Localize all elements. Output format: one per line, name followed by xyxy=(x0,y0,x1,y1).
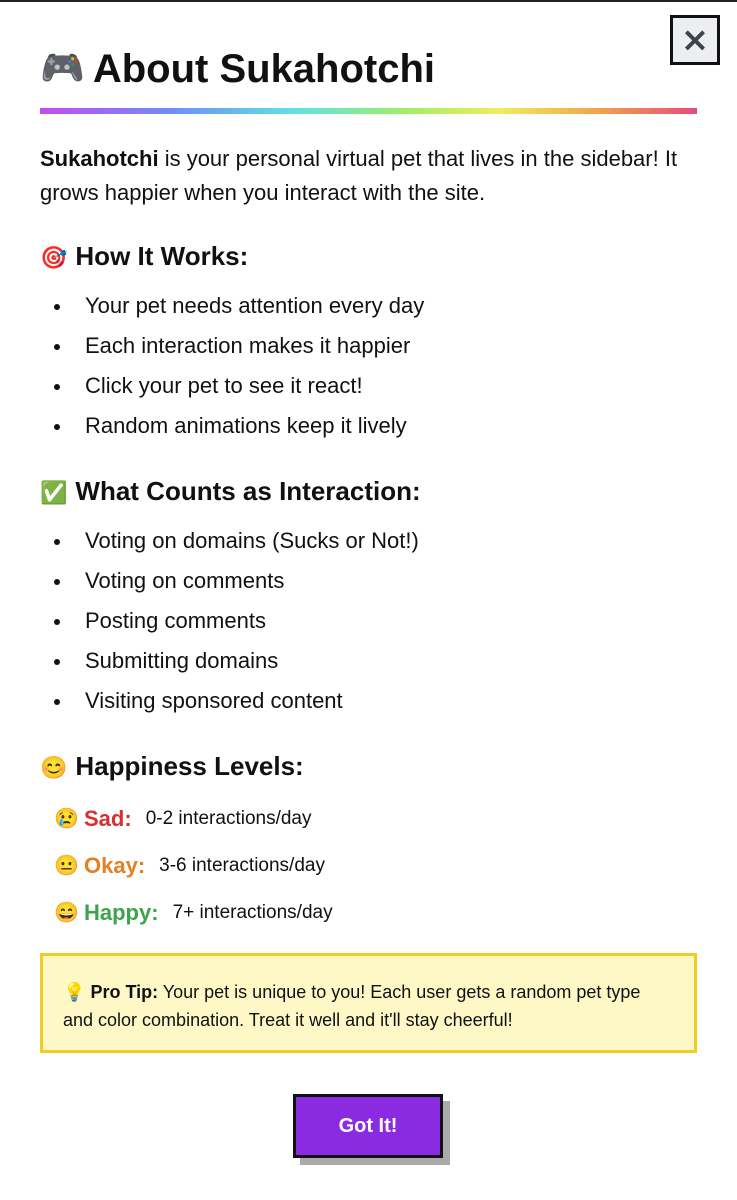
level-description: 7+ interactions/day xyxy=(172,901,333,923)
list-item: Random animations keep it lively xyxy=(40,406,424,446)
intro-paragraph: Sukahotchi is your personal virtual pet … xyxy=(40,142,690,210)
lightbulb-icon: 💡 xyxy=(63,982,86,1002)
level-sad: 😢 Sad: 0-2 interactions/day xyxy=(54,795,333,842)
grinning-face-icon: 😄 xyxy=(54,902,79,924)
interaction-heading: ✅ What Counts as Interaction: xyxy=(40,474,421,510)
about-modal: × 🎮 About Sukahotchi Sukahotchi is your p… xyxy=(0,0,737,1200)
pro-tip-box: 💡 Pro Tip: Your pet is unique to you! Ea… xyxy=(40,953,697,1053)
happiness-heading: 😊 Happiness Levels: xyxy=(40,749,304,785)
list-item: Each interaction makes it happier xyxy=(40,326,424,366)
level-description: 0-2 interactions/day xyxy=(145,807,312,829)
level-okay: 😐 Okay: 3-6 interactions/day xyxy=(54,842,333,889)
modal-title-text: About Sukahotchi xyxy=(92,47,436,91)
got-it-button[interactable]: Got It! xyxy=(293,1094,443,1158)
rainbow-divider xyxy=(40,108,697,114)
crying-face-icon: 😢 xyxy=(54,808,79,830)
level-name: Happy: xyxy=(84,899,159,925)
level-name: Sad: xyxy=(84,805,132,831)
target-icon: 🎯 xyxy=(40,245,68,270)
how-it-works-heading-text: How It Works: xyxy=(75,241,249,271)
happiness-levels: 😢 Sad: 0-2 interactions/day 😐 Okay: 3-6 … xyxy=(54,795,333,936)
level-description: 3-6 interactions/day xyxy=(159,854,325,876)
interaction-heading-text: What Counts as Interaction: xyxy=(75,476,421,506)
list-item: Voting on domains (Sucks or Not!) xyxy=(40,521,419,561)
list-item: Your pet needs attention every day xyxy=(40,286,424,326)
list-item: Posting comments xyxy=(40,601,419,641)
level-name: Okay: xyxy=(84,852,146,878)
interaction-list: Voting on domains (Sucks or Not!) Voting… xyxy=(40,521,419,721)
close-button[interactable]: × xyxy=(670,15,720,65)
pro-tip-label: Pro Tip: xyxy=(90,982,159,1002)
how-it-works-list: Your pet needs attention every day Each … xyxy=(40,286,424,446)
list-item: Submitting domains xyxy=(40,641,419,681)
check-mark-icon: ✅ xyxy=(40,480,68,505)
smile-icon: 😊 xyxy=(40,755,68,780)
pet-name: Sukahotchi xyxy=(40,146,159,171)
modal-title: 🎮 About Sukahotchi xyxy=(40,42,435,95)
neutral-face-icon: 😐 xyxy=(54,855,79,877)
game-controller-icon: 🎮 xyxy=(40,47,85,88)
happiness-heading-text: Happiness Levels: xyxy=(75,751,304,781)
level-happy: 😄 Happy: 7+ interactions/day xyxy=(54,889,333,936)
list-item: Voting on comments xyxy=(40,561,419,601)
list-item: Click your pet to see it react! xyxy=(40,366,424,406)
close-icon: × xyxy=(680,20,710,60)
how-it-works-heading: 🎯 How It Works: xyxy=(40,239,248,275)
list-item: Visiting sponsored content xyxy=(40,681,419,721)
